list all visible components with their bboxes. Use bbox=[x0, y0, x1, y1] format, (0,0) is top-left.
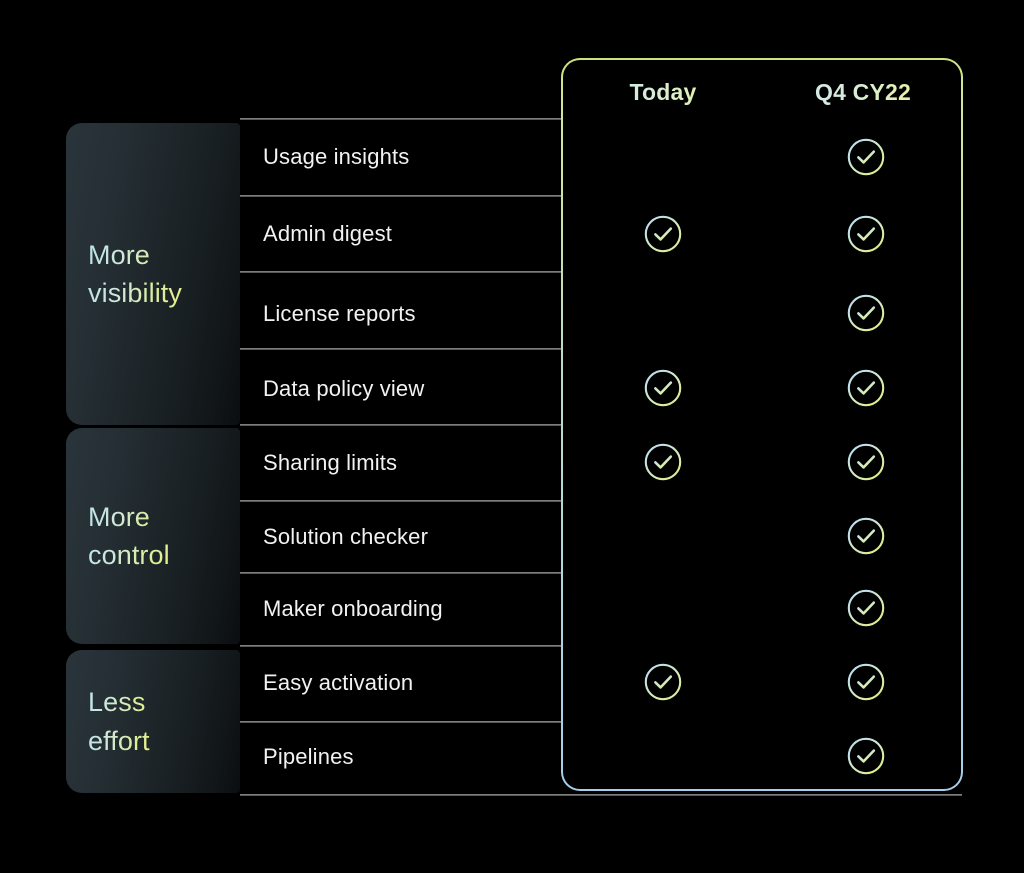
table-row-label: Sharing limits bbox=[263, 450, 398, 475]
row-divider bbox=[240, 794, 962, 795]
check-circle-icon bbox=[846, 588, 886, 628]
table-row-label: License reports bbox=[263, 301, 416, 326]
table-row-label: Data policy view bbox=[263, 376, 425, 401]
row-divider bbox=[240, 118, 962, 119]
check-circle-icon bbox=[643, 442, 683, 482]
group-card-more-control: More control bbox=[66, 428, 240, 644]
row-divider bbox=[240, 572, 962, 573]
group-label: More control bbox=[88, 498, 170, 575]
check-circle-icon bbox=[846, 368, 886, 408]
check-circle-icon bbox=[846, 442, 886, 482]
group-card-more-visibility: More visibility bbox=[66, 123, 240, 425]
row-divider bbox=[240, 500, 962, 501]
check-circle-icon bbox=[846, 137, 886, 177]
check-circle-icon bbox=[846, 662, 886, 702]
check-circle-icon bbox=[846, 293, 886, 333]
check-circle-icon bbox=[846, 516, 886, 556]
check-circle-icon bbox=[846, 214, 886, 254]
table-row-label: Easy activation bbox=[263, 670, 414, 695]
row-divider bbox=[240, 721, 962, 722]
group-label: Less effort bbox=[88, 683, 150, 760]
table-row-label: Usage insights bbox=[263, 144, 410, 169]
check-circle-icon bbox=[643, 368, 683, 408]
column-header-future: Q4 CY22 bbox=[792, 76, 934, 108]
group-label: More visibility bbox=[88, 236, 182, 313]
row-divider bbox=[240, 271, 962, 272]
check-circle-icon bbox=[643, 662, 683, 702]
check-circle-icon bbox=[846, 736, 886, 776]
row-divider bbox=[240, 645, 962, 646]
table-row-label: Solution checker bbox=[263, 524, 429, 549]
check-circle-icon bbox=[643, 214, 683, 254]
table-row-label: Pipelines bbox=[263, 744, 354, 769]
slide-canvas: More visibility More control Less effort… bbox=[0, 0, 1024, 873]
table-row-label: Admin digest bbox=[263, 221, 392, 246]
group-card-less-effort: Less effort bbox=[66, 650, 240, 793]
row-divider bbox=[240, 348, 962, 349]
column-header-today: Today bbox=[592, 76, 734, 108]
row-divider bbox=[240, 424, 962, 425]
table-row-label: Maker onboarding bbox=[263, 596, 443, 621]
row-divider bbox=[240, 195, 962, 196]
